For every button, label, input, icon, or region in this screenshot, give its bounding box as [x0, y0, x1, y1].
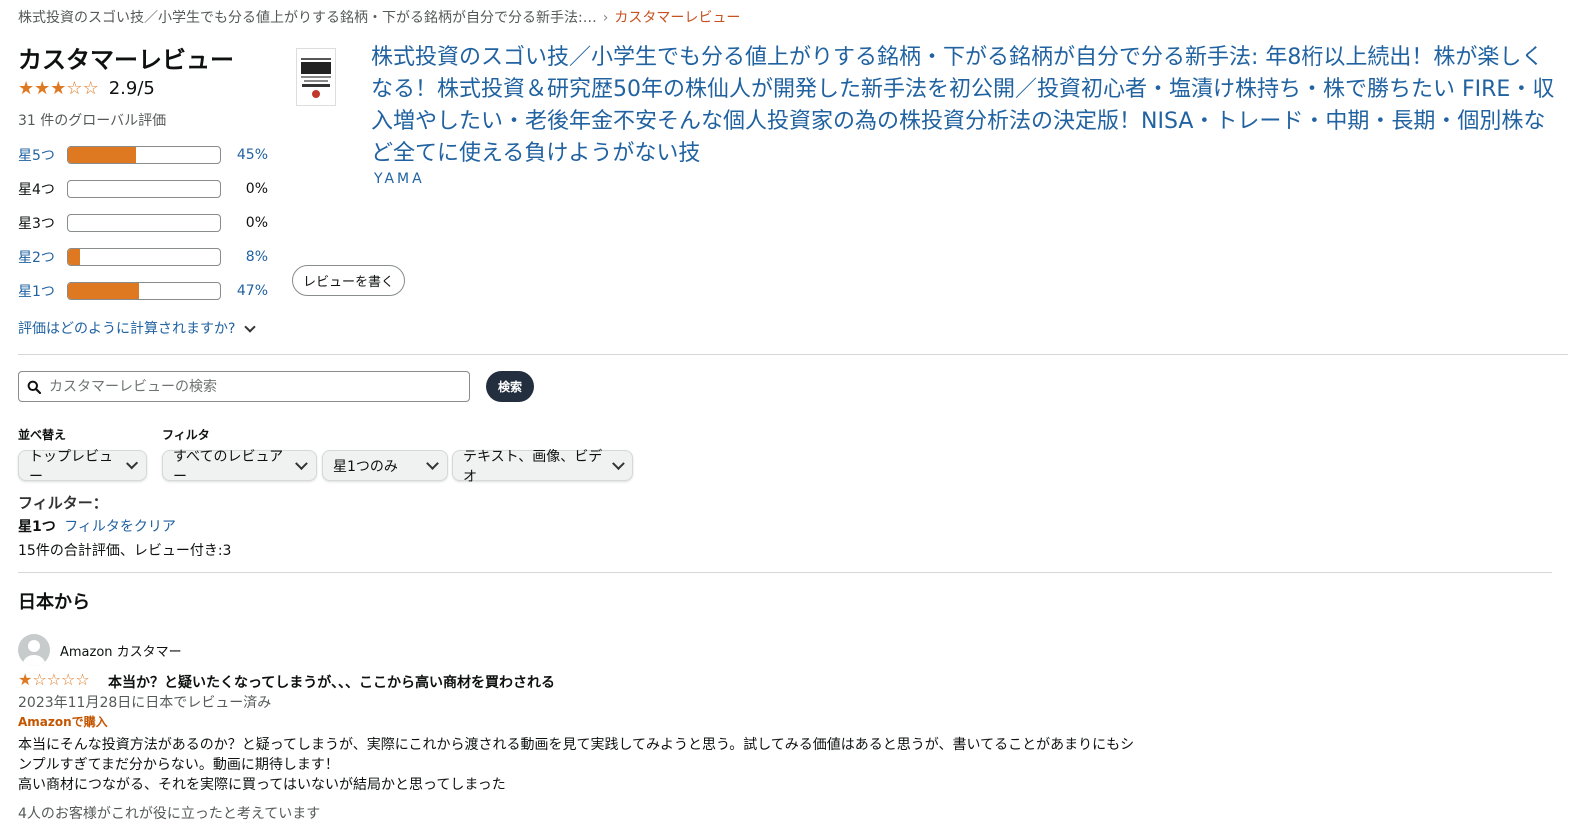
section-title: 日本から [18, 592, 90, 613]
star-full-icon: ★ [18, 670, 33, 689]
star-empty-icon: ☆ [32, 670, 47, 689]
total-reviews-count: 15件の合計評価、レビュー付き:3 [18, 543, 232, 559]
star-full-icon: ★ [18, 77, 35, 99]
histogram-percent: 8% [245, 249, 268, 265]
review-body-line: 本当にそんな投資方法があるのか？と疑ってしまうが、実際にこれから渡される動画を見… [18, 737, 1135, 773]
helpful-count: 4人のお客様がこれが役に立ったと考えています [18, 806, 321, 822]
chevron-down-icon [125, 457, 138, 470]
write-review-button[interactable]: レビューを書く [292, 265, 405, 296]
cover-art-block [301, 61, 331, 74]
review-date: 2023年11月28日に日本でレビュー済み [18, 695, 272, 711]
cover-art-line [304, 79, 328, 82]
product-author-link[interactable]: YAMA [374, 171, 425, 187]
page-title: カスタマーレビュー [18, 46, 234, 74]
breadcrumb-current: カスタマーレビュー [614, 10, 741, 26]
histogram-label: 星5つ [18, 148, 55, 164]
clear-filter-link[interactable]: フィルタをクリア [64, 519, 176, 535]
histogram-fill [68, 283, 140, 299]
histogram-fill [68, 249, 81, 265]
divider [18, 572, 1552, 573]
review-body-line: 高い商材につながる、それを実際に買ってはいないが結局かと思ってしまった [18, 777, 506, 793]
histogram-percent: 0% [245, 215, 268, 231]
chevron-down-icon [426, 457, 439, 470]
overall-rating: ★ ★ ★ ☆ ☆ 2.9/5 [18, 78, 155, 99]
review-body: 本当にそんな投資方法があるのか？と疑ってしまうが、実際にこれから渡される動画を見… [18, 735, 1148, 795]
verified-purchase-badge: Amazonで購入 [18, 715, 108, 729]
histogram-row-5[interactable]: 星5つ 45% [18, 144, 268, 166]
review-title-link[interactable]: 本当か？と疑いたくなってしまうが、、、ここから高い商材を買わされる [108, 672, 555, 692]
product-cover-image[interactable] [296, 48, 336, 106]
media-filter-dropdown[interactable]: テキスト、画像、ビデオ [452, 449, 633, 485]
review-search-field[interactable] [18, 371, 470, 402]
reviewer-filter-value: すべてのレビュアー [173, 448, 284, 485]
star-filter-dropdown[interactable]: 星1つのみ [322, 450, 448, 481]
media-filter-value: テキスト、画像、ビデオ [463, 448, 603, 485]
chevron-down-icon [295, 457, 308, 470]
star-empty-icon: ☆ [46, 670, 62, 689]
cover-badge-icon [312, 89, 320, 98]
reviewer-name[interactable]: Amazon カスタマー [60, 641, 182, 660]
breadcrumb: 株式投資のスゴい技／小学生でも分る値上がりする銘柄・下がる銘柄が自分で分る新手法… [18, 7, 740, 27]
cover-art-line [301, 57, 331, 60]
breadcrumb-product-link[interactable]: 株式投資のスゴい技／小学生でも分る値上がりする銘柄・下がる銘柄が自分で分る新手法… [18, 10, 597, 26]
histogram-row-3: 星3つ 0% [18, 212, 268, 234]
cover-art-line [302, 83, 330, 87]
how-calculated-text: 評価はどのように計算されますか? [18, 321, 236, 337]
sort-dropdown-value: トップレビュー [29, 448, 113, 485]
global-rating-count: 31 件のグローバル評価 [18, 113, 167, 129]
histogram-percent: 45% [236, 147, 268, 163]
histogram-bar [67, 248, 221, 266]
how-calculated-link[interactable]: 評価はどのように計算されますか? [18, 318, 256, 338]
star-empty-icon: ☆ [75, 670, 90, 689]
histogram-label: 星3つ [18, 216, 55, 232]
review-stars[interactable]: ★ ☆ ☆ ☆ ☆ [18, 670, 90, 690]
histogram-fill [68, 147, 137, 163]
search-input[interactable] [47, 377, 469, 396]
rating-text: 2.9/5 [108, 78, 155, 99]
histogram-label: 星1つ [18, 284, 55, 300]
filter-label: フィルタ [162, 428, 210, 442]
avatar-silhouette [23, 640, 45, 666]
histogram-bar [67, 282, 221, 300]
histogram-label: 星4つ [18, 182, 55, 198]
histogram-row-2[interactable]: 星2つ 8% [18, 246, 268, 268]
breadcrumb-separator: › [602, 10, 609, 26]
histogram-bar [67, 180, 221, 198]
star-full-icon: ★ [50, 77, 67, 99]
star-empty-icon: ☆ [82, 77, 99, 99]
star-empty-icon: ☆ [66, 77, 83, 99]
histogram-label: 星2つ [18, 250, 55, 266]
histogram-row-1[interactable]: 星1つ 47% [18, 280, 268, 302]
product-title-link[interactable]: 株式投資のスゴい技／小学生でも分る値上がりする銘柄・下がる銘柄が自分で分る新手法… [371, 42, 1556, 170]
active-filter-line: 星1つ フィルタをクリア [18, 516, 176, 536]
active-filter-heading: フィルター： [18, 494, 108, 512]
cover-art-line [301, 75, 331, 78]
sort-dropdown[interactable]: トップレビュー [18, 449, 147, 485]
histogram-bar [67, 214, 221, 232]
histogram-percent: 0% [245, 181, 268, 197]
histogram-row-4: 星4つ 0% [18, 178, 268, 200]
star-filter-value: 星1つのみ [333, 458, 398, 475]
star-full-icon: ★ [34, 77, 51, 99]
histogram-bar [67, 146, 221, 164]
active-filter-value: 星1つ [18, 519, 56, 535]
histogram-percent: 47% [236, 283, 268, 299]
sort-label: 並べ替え [18, 428, 67, 442]
search-icon [27, 380, 41, 394]
search-button[interactable]: 検索 [486, 371, 534, 402]
overall-stars: ★ ★ ★ ☆ ☆ [18, 77, 99, 99]
avatar-icon [18, 634, 50, 666]
divider [18, 354, 1568, 355]
chevron-down-icon [244, 321, 256, 333]
chevron-down-icon [611, 457, 624, 470]
reviewer-filter-dropdown[interactable]: すべてのレビュアー [162, 449, 317, 485]
star-empty-icon: ☆ [61, 670, 76, 689]
